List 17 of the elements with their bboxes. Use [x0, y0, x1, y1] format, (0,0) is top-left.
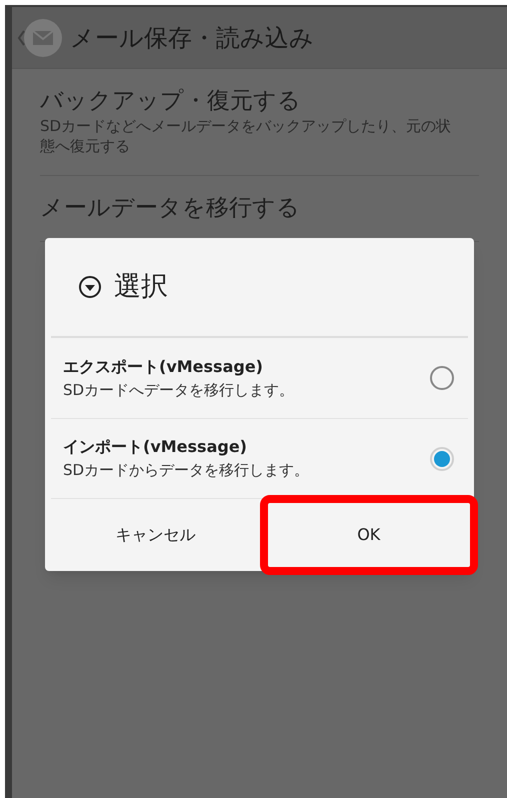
radio-option[interactable]: インポート(vMessage) SDカードからデータを移行します。 — [51, 418, 468, 498]
radio-option[interactable]: エクスポート(vMessage) SDカードへデータを移行します。 — [51, 338, 468, 418]
setting-description: SDカードなどへメールデータをバックアップしたり、元の状態へ復元する — [40, 116, 452, 157]
radio-button[interactable] — [430, 446, 454, 470]
option-label: エクスポート(vMessage) — [63, 356, 264, 378]
back-avatar-icon[interactable] — [16, 16, 62, 58]
setting-title: メールデータを移行する — [40, 194, 301, 223]
option-description: SDカードからデータを移行します。 — [63, 460, 310, 482]
dialog-title: 選択 — [114, 270, 168, 304]
screen-title: メール保存・読み込み — [70, 22, 314, 54]
option-label: インポート(vMessage) — [63, 436, 248, 458]
dialog-button[interactable]: キャンセル — [51, 499, 260, 571]
option-description: SDカードへデータを移行します。 — [63, 380, 294, 401]
dropdown-circle-icon — [78, 275, 102, 299]
setting-title: バックアップ・復元する — [40, 87, 302, 116]
dialog-button[interactable]: OK — [260, 495, 478, 575]
radio-button[interactable] — [430, 366, 454, 390]
